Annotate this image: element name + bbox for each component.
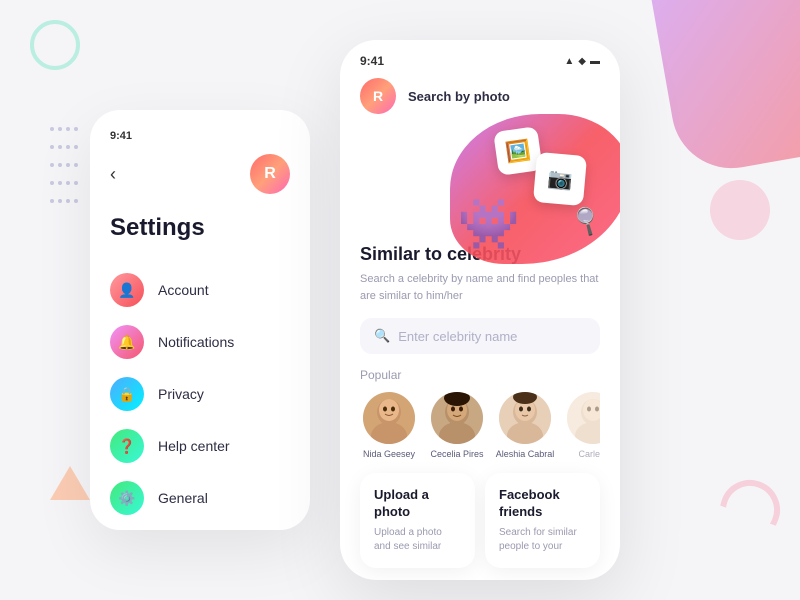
settings-item-help[interactable]: ❓ Help center — [110, 420, 290, 472]
popular-label: Popular — [360, 368, 600, 382]
settings-title: Settings — [110, 214, 290, 242]
battery-icon: ▬ — [590, 56, 600, 67]
photo-frame-2: 📷 — [533, 152, 587, 206]
celebrity-aleshia[interactable]: Aleshia Cabral — [496, 392, 554, 459]
orange-triangle-decoration — [50, 466, 90, 500]
dots-decoration — [48, 120, 80, 210]
settings-item-notifications[interactable]: 🔔 Notifications — [110, 316, 290, 368]
settings-item-about[interactable]: ℹ️ About us — [110, 524, 290, 530]
celebrity-name-2: Cecelia Pires — [430, 449, 483, 459]
privacy-label: Privacy — [158, 386, 204, 402]
notifications-label: Notifications — [158, 334, 234, 350]
account-icon: 👤 — [110, 273, 144, 307]
celebrity-phone: 9:41 ▲ ◆ ▬ R Search by photo 🖼️ 📷 👾 🔍 Si… — [340, 40, 620, 580]
right-time: 9:41 — [360, 54, 384, 68]
general-icon: ⚙️ — [110, 481, 144, 515]
right-status-bar: 9:41 ▲ ◆ ▬ — [340, 40, 620, 68]
left-phone-header: ‹ R — [110, 154, 290, 194]
celebrity-name-3: Aleshia Cabral — [496, 449, 555, 459]
celebrity-avatar-1 — [363, 392, 415, 444]
status-icons: ▲ ◆ ▬ — [564, 56, 600, 67]
content-area: Similar to celebrity Search a celebrity … — [340, 244, 620, 568]
upload-photo-card[interactable]: Upload a photo Upload a photo and see si… — [360, 473, 475, 568]
hero-area: 🖼️ 📷 👾 🔍 — [340, 114, 620, 244]
left-status-bar: 9:41 — [110, 130, 290, 142]
celebrity-name-4: Carle... — [578, 449, 600, 459]
search-placeholder: Enter celebrity name — [398, 329, 517, 344]
popular-celebrities-row: Nida Geesey Cecelia Pires — [360, 392, 600, 459]
settings-phone: 9:41 ‹ R Settings 👤 Account 🔔 Notificati… — [90, 110, 310, 530]
pink-circle-decoration — [710, 180, 770, 240]
monster-character: 👾 — [458, 195, 520, 254]
wifi-icon: ◆ — [578, 56, 586, 67]
gradient-strip-decoration — [648, 0, 800, 178]
settings-item-account[interactable]: 👤 Account — [110, 264, 290, 316]
general-label: General — [158, 490, 208, 506]
section-subtitle: Search a celebrity by name and find peop… — [360, 271, 600, 304]
upload-card-text: Upload a photo and see similar — [374, 526, 461, 554]
mint-circle-decoration — [30, 20, 80, 70]
pink-c-decoration — [712, 472, 789, 549]
account-label: Account — [158, 282, 209, 298]
upload-card-title: Upload a photo — [374, 487, 461, 521]
search-icon: 🔍 — [374, 328, 390, 344]
privacy-icon: 🔒 — [110, 377, 144, 411]
celebrity-avatar-3 — [499, 392, 551, 444]
facebook-card-title: Facebook friends — [499, 487, 586, 521]
celebrity-name-1: Nida Geesey — [363, 449, 415, 459]
notifications-icon: 🔔 — [110, 325, 144, 359]
celebrity-search-box[interactable]: 🔍 Enter celebrity name — [360, 318, 600, 354]
avatar[interactable]: R — [250, 154, 290, 194]
celebrity-nida[interactable]: Nida Geesey — [360, 392, 418, 459]
help-icon: ❓ — [110, 429, 144, 463]
celebrity-carle[interactable]: Carle... — [564, 392, 600, 459]
celebrity-avatar-4 — [567, 392, 600, 444]
search-by-photo-label: Search by photo — [408, 89, 510, 104]
facebook-card-text: Search for similar people to your — [499, 526, 586, 554]
bottom-cards: Upload a photo Upload a photo and see si… — [360, 473, 600, 568]
celebrity-avatar-2 — [431, 392, 483, 444]
celebrity-cecelia[interactable]: Cecelia Pires — [428, 392, 486, 459]
settings-item-general[interactable]: ⚙️ General — [110, 472, 290, 524]
right-avatar[interactable]: R — [360, 78, 396, 114]
help-label: Help center — [158, 438, 230, 454]
settings-item-privacy[interactable]: 🔒 Privacy — [110, 368, 290, 420]
signal-icon: ▲ — [564, 56, 574, 67]
right-phone-header: R Search by photo — [340, 68, 620, 114]
back-button[interactable]: ‹ — [110, 164, 116, 185]
facebook-friends-card[interactable]: Facebook friends Search for similar peop… — [485, 473, 600, 568]
